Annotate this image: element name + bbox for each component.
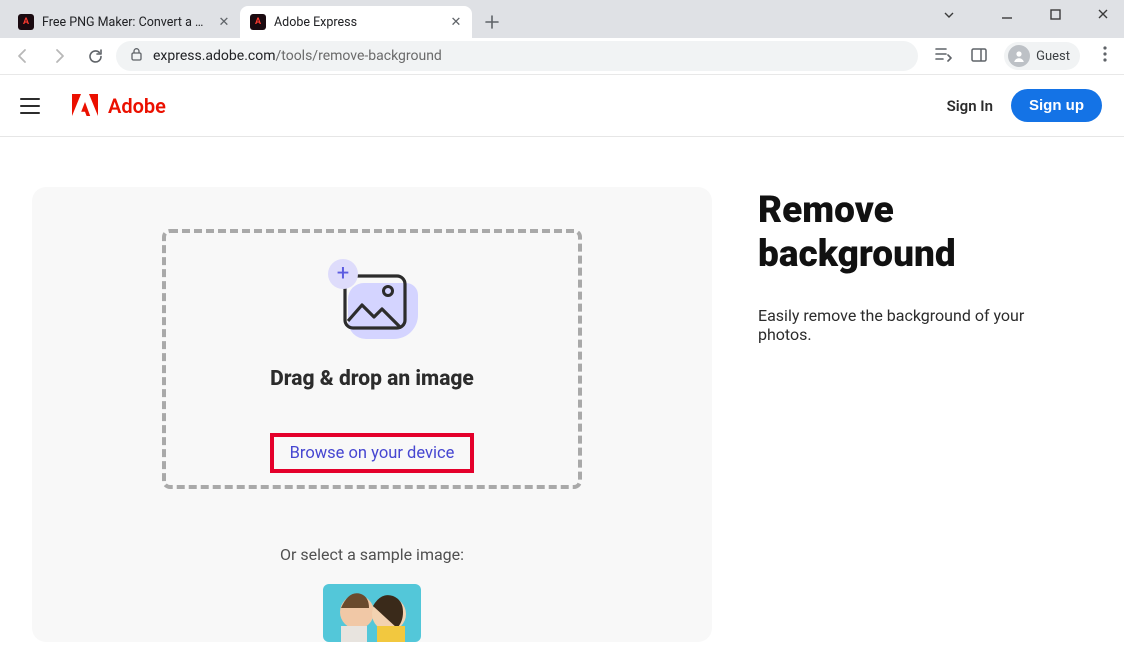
url-host: express.adobe.com	[153, 48, 275, 64]
lock-icon	[130, 47, 143, 65]
profile-label: Guest	[1036, 49, 1070, 64]
side-panel-icon[interactable]	[968, 47, 990, 66]
sign-up-button[interactable]: Sign up	[1011, 89, 1102, 122]
minimize-icon[interactable]	[992, 8, 1022, 26]
browser-chrome: A Free PNG Maker: Convert a JPG ✕ A Adob…	[0, 0, 1124, 75]
browse-link-label: Browse on your device	[290, 444, 455, 463]
profile-chip[interactable]: Guest	[1004, 42, 1080, 70]
new-tab-button[interactable]	[478, 8, 506, 36]
plus-icon: +	[328, 259, 358, 289]
kebab-menu-icon[interactable]	[1094, 46, 1116, 66]
browser-tab-0[interactable]: A Free PNG Maker: Convert a JPG ✕	[8, 6, 240, 38]
browse-device-button[interactable]: Browse on your device	[270, 433, 475, 473]
address-bar[interactable]: express.adobe.com/tools/remove-backgroun…	[116, 41, 918, 71]
tab-strip: A Free PNG Maker: Convert a JPG ✕ A Adob…	[0, 0, 1124, 38]
drop-zone[interactable]: + Drag & drop an image Browse on your de…	[162, 229, 582, 489]
brand-name: Adobe	[108, 94, 166, 118]
url-text: express.adobe.com/tools/remove-backgroun…	[153, 48, 442, 64]
reading-list-icon[interactable]	[932, 46, 954, 66]
sample-image-1[interactable]	[323, 584, 421, 642]
tab-title: Adobe Express	[274, 15, 440, 30]
drop-title: Drag & drop an image	[270, 367, 474, 391]
avatar-icon	[1008, 45, 1030, 67]
upload-illustration: +	[326, 263, 418, 341]
sample-label: Or select a sample image:	[280, 545, 464, 564]
address-row: express.adobe.com/tools/remove-backgroun…	[0, 38, 1124, 75]
sign-in-link[interactable]: Sign In	[947, 97, 993, 115]
adobe-logo-icon	[72, 94, 98, 118]
reload-icon[interactable]	[80, 41, 110, 71]
upload-card: + Drag & drop an image Browse on your de…	[32, 187, 712, 642]
close-icon[interactable]: ✕	[448, 14, 464, 30]
maximize-icon[interactable]	[1040, 8, 1070, 26]
page-title: Remove background	[758, 189, 1078, 276]
tab-title: Free PNG Maker: Convert a JPG	[42, 15, 208, 30]
window-controls	[934, 8, 1118, 26]
nav-forward-icon[interactable]	[44, 41, 74, 71]
tab-search-icon[interactable]	[934, 8, 964, 26]
menu-icon[interactable]	[16, 92, 44, 120]
window-close-icon[interactable]	[1088, 8, 1118, 26]
site-header: Adobe Sign In Sign up	[0, 75, 1124, 137]
nav-back-icon[interactable]	[8, 41, 38, 71]
hero-column: Remove background Easily remove the back…	[758, 187, 1078, 642]
page-subtitle: Easily remove the background of your pho…	[758, 306, 1078, 344]
browser-tab-1[interactable]: A Adobe Express ✕	[240, 6, 472, 38]
close-icon[interactable]: ✕	[216, 14, 232, 30]
page-content: + Drag & drop an image Browse on your de…	[0, 137, 1124, 642]
url-path: /tools/remove-background	[275, 48, 441, 64]
brand[interactable]: Adobe	[72, 94, 166, 118]
favicon-adobe-icon: A	[18, 14, 34, 30]
toolbar-right: Guest	[932, 42, 1116, 70]
favicon-adobe-icon: A	[250, 14, 266, 30]
